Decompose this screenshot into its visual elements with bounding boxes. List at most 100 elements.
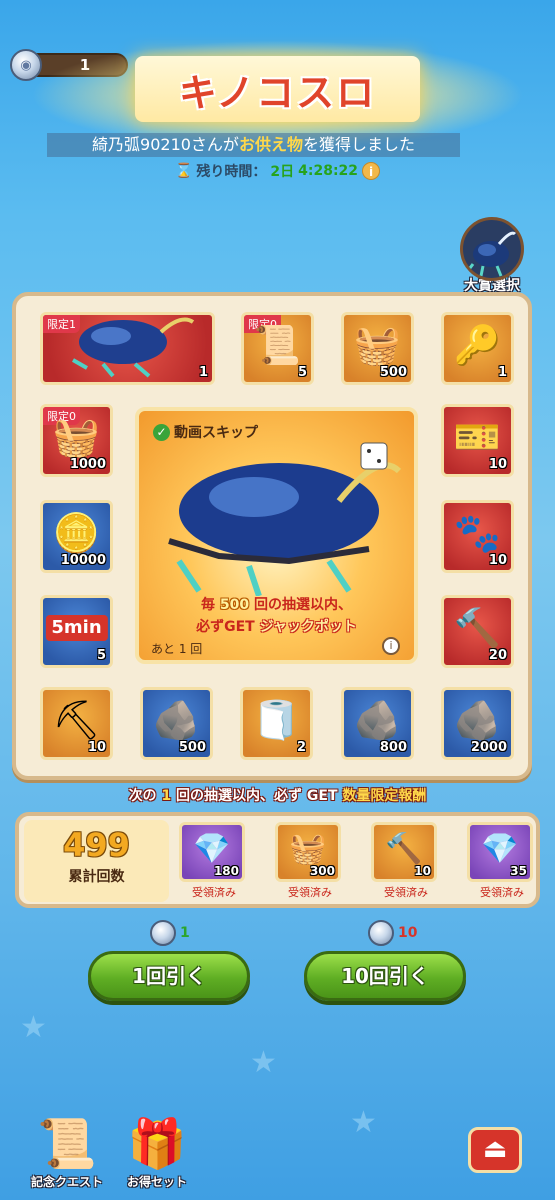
stone-icon: 🪨: [453, 698, 502, 743]
milestone-qty: 35: [510, 864, 527, 878]
milestone-qty: 300: [309, 864, 335, 878]
beetle-icon: [460, 217, 524, 281]
reward-cell-pickaxe[interactable]: ⛏ 10: [40, 687, 113, 760]
speedup-ticket-icon: 5min: [45, 615, 108, 642]
milestone-rewards: 499 累計回数 💎 180 受領済み 🧺 300 受領済み 🔨 10 受領済み…: [15, 812, 540, 908]
fruit-basket-icon: 🧺: [289, 831, 327, 867]
reward-cell-stone[interactable]: 🪨 500: [140, 687, 213, 760]
milestone-item[interactable]: 🔨 10 受領済み: [371, 822, 441, 900]
milestone-status: 受領済み: [384, 886, 428, 899]
hourglass-icon: ⌛: [174, 163, 193, 179]
reward-cell-bandage[interactable]: 🧻 2: [240, 687, 313, 760]
milestone-box: 💎 35: [467, 822, 533, 882]
reward-cell-paw-ticket[interactable]: 🐾 10: [441, 500, 514, 573]
total-draw-label: 累計回数: [68, 869, 125, 885]
featured-jackpot-panel[interactable]: ✓ 動画スキップ 毎 500 回の抽選以内、 必ずGET ジャックポット あと …: [135, 407, 418, 664]
remaining-count: あと 1 回: [151, 642, 203, 656]
exit-icon: ⏏: [482, 1134, 508, 1164]
reward-qty: 10: [87, 740, 106, 755]
jackpot-rule-line2: 必ずGET ジャックポット: [139, 616, 414, 636]
reward-cell-jackpot[interactable]: 限定1 1: [40, 312, 215, 385]
red-ticket-icon: 🎫: [453, 415, 502, 460]
draw-1-button[interactable]: 1回引く: [88, 951, 250, 1001]
rule-text: 回の抽選以内、: [249, 597, 352, 613]
commemorative-quest-button[interactable]: 📜 記念クエスト: [22, 1115, 112, 1190]
grand-prize-select-button[interactable]: 大賞選択: [452, 217, 532, 297]
reward-qty: 500: [178, 740, 206, 755]
news-ticker: 綺乃弧90210さんがお供え物を獲得しました: [47, 133, 460, 157]
star-decoration: ★: [350, 1105, 377, 1140]
ticker-user: 綺乃弧90210さんが: [92, 135, 239, 154]
reward-qty: 5: [96, 648, 106, 663]
milestone-box: 💎 180: [179, 822, 245, 882]
quest-scroll-icon: 📜: [37, 1116, 97, 1172]
timer-days: 2日: [270, 164, 295, 180]
stone-icon: 🪨: [353, 698, 402, 743]
milestone-item[interactable]: 💎 35 受領済み: [467, 822, 536, 900]
gold-coin-icon: 🪙: [52, 511, 101, 556]
jackpot-rule-line1: 毎 500 回の抽選以内、: [139, 594, 414, 614]
reward-qty: 20: [488, 648, 507, 663]
hammer-icon: 🔨: [385, 831, 423, 867]
milestone-qty: 180: [213, 864, 239, 878]
page-title: キノコスロ: [178, 70, 377, 115]
scroll-icon: 📜: [253, 323, 302, 368]
notice-highlight: 数量限定報酬: [342, 788, 427, 804]
beetle-fan-jackpot-icon: [168, 442, 402, 596]
timer-label: 残り時間：: [196, 164, 267, 180]
draw-10-button[interactable]: 10回引く: [304, 951, 466, 1001]
rule-number: 500: [219, 597, 250, 613]
milestone-qty: 10: [414, 864, 431, 878]
gift-icon: 🎁: [127, 1116, 187, 1172]
paw-ticket-icon: 🐾: [453, 511, 502, 556]
reward-cell-stone[interactable]: 🪨 2000: [441, 687, 514, 760]
star-decoration: ★: [20, 1010, 47, 1045]
reward-cell-gold-coin[interactable]: 🪙 10000: [40, 500, 113, 573]
reward-cell-scroll[interactable]: 限定0 📜 5: [241, 312, 314, 385]
jackpot-label: ジャックポット: [259, 619, 357, 635]
gem-icon: 💎: [193, 831, 231, 867]
reward-cell-stone[interactable]: 🪨 800: [341, 687, 414, 760]
milestone-item[interactable]: 🧺 300 受領済み: [275, 822, 345, 900]
reward-qty: 1: [497, 365, 507, 380]
info-icon[interactable]: i: [362, 162, 381, 180]
beetle-fan-icon: [71, 317, 194, 378]
exit-button[interactable]: ⏏: [468, 1127, 522, 1173]
bandage-roll-icon: 🧻: [252, 698, 301, 743]
info-icon[interactable]: i: [382, 637, 400, 655]
draw1-cost: 1: [150, 920, 190, 946]
reward-cell-speedup-ticket[interactable]: 5min 5: [40, 595, 113, 668]
reward-cell-fruit-basket[interactable]: 限定0 🧺 1000: [40, 404, 113, 477]
reward-qty: 2000: [470, 740, 507, 755]
reward-cell-hammer[interactable]: 🔨 20: [441, 595, 514, 668]
draw10-cost-value: 10: [398, 925, 418, 941]
milestone-box: 🔨 10: [371, 822, 437, 882]
total-draw-value: 499: [63, 826, 130, 864]
hammer-icon: 🔨: [453, 606, 502, 651]
timer-time: 4:28:22: [298, 163, 359, 179]
remaining-timer: ⌛ 残り時間： 2日 4:28:22 i: [0, 161, 555, 181]
reward-cell-fruit-basket[interactable]: 🧺 500: [341, 312, 414, 385]
gem-icon: 💎: [481, 831, 519, 867]
value-set-button[interactable]: 🎁 お得セット: [112, 1115, 202, 1190]
milestone-status: 受領済み: [192, 886, 236, 899]
reward-qty: 10: [488, 457, 507, 472]
guarantee-notice: 次の 1 回の抽選以内、必ず GET 数量限定報酬: [0, 785, 555, 805]
notice-text: 回の抽選以内、必ず GET: [171, 788, 343, 804]
milestone-status: 受領済み: [288, 886, 332, 899]
fruit-basket-icon: 🧺: [353, 323, 402, 368]
reward-cell-key[interactable]: 🔑 1: [441, 312, 514, 385]
title-banner: キノコスロ: [135, 56, 420, 122]
stone-icon: 🪨: [152, 698, 201, 743]
coin-icon: [368, 920, 394, 946]
notice-number: 1: [161, 788, 172, 804]
quest-label: 記念クエスト: [30, 1175, 103, 1189]
ticker-tail: を獲得しました: [302, 135, 415, 154]
milestone-item[interactable]: 💎 180 受領済み: [179, 822, 249, 900]
notice-text: 次の: [128, 788, 162, 804]
reward-qty: 5: [297, 365, 307, 380]
reward-qty: 800: [379, 740, 407, 755]
reward-cell-red-ticket[interactable]: 🎫 10: [441, 404, 514, 477]
rule-text: 必ずGET: [196, 619, 260, 635]
value-set-label: お得セット: [126, 1175, 187, 1189]
